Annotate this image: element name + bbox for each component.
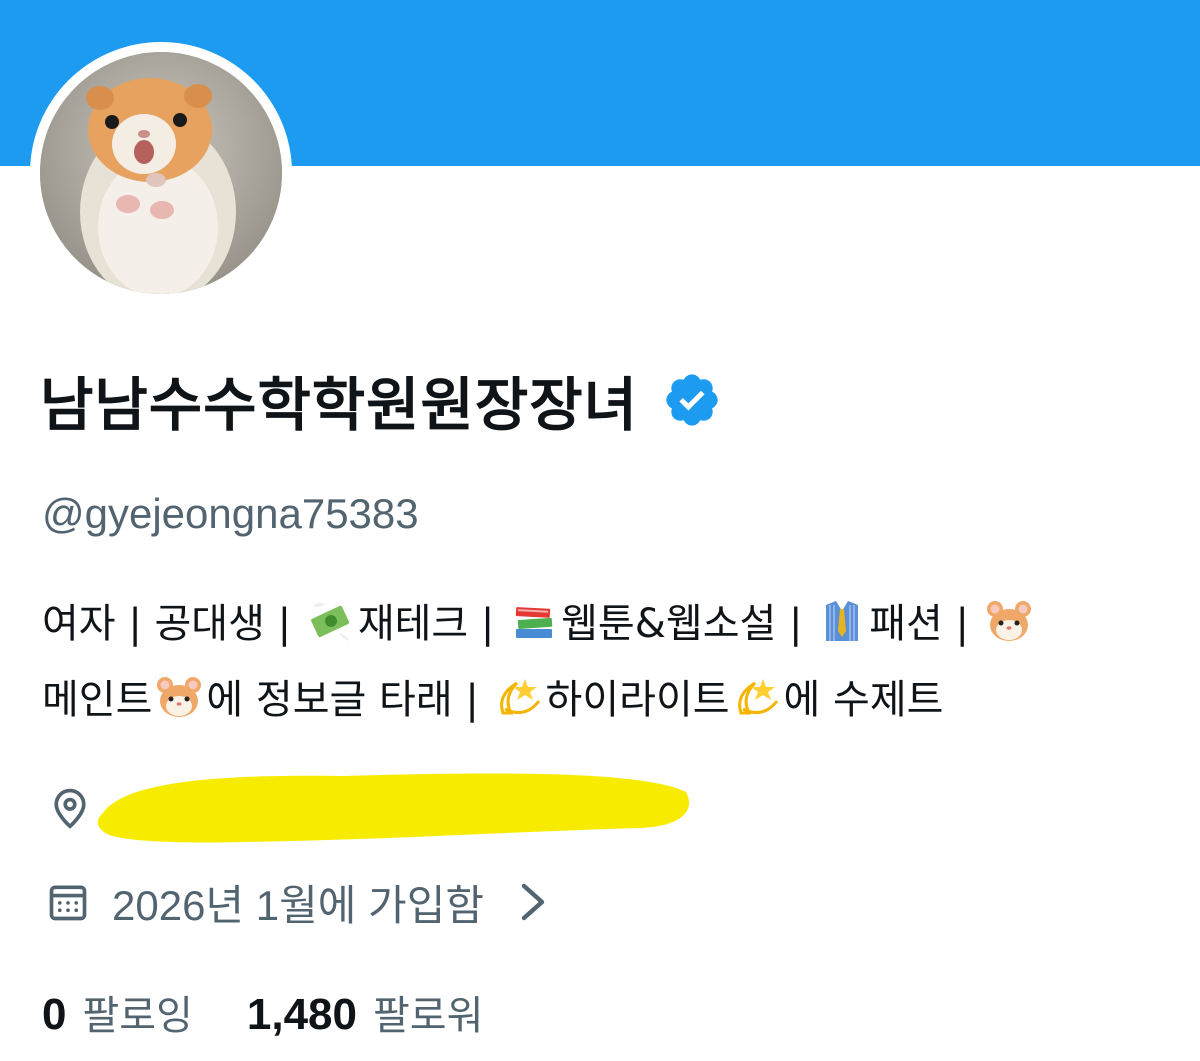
bio: 여자 | 공대생 | 재테크 | 웹툰&웹소설 | 패션 | 메인트 에 정보글…	[42, 586, 1182, 738]
bio-text: 패션 |	[869, 601, 982, 647]
bio-text: 재테크 |	[357, 601, 508, 647]
location-row	[42, 770, 690, 850]
verified-badge-icon[interactable]	[662, 370, 722, 430]
following-count: 0	[42, 990, 67, 1039]
following-label: 팔로잉	[82, 993, 193, 1039]
followers-count: 1,480	[246, 990, 357, 1039]
necktie-shirt-emoji	[818, 597, 866, 645]
joined-date-row[interactable]: 2026년 1월에 가입함	[42, 872, 550, 932]
bio-text: 여자 | 공대생 |	[42, 601, 304, 647]
joined-date-text: 2026년 1월에 가입함	[112, 881, 484, 929]
chevron-right-icon[interactable]	[514, 882, 550, 922]
bio-text: 에 수제트	[783, 677, 944, 723]
bio-line: 메인트 에 정보글 타래 | 하이라이트 에 수제트	[42, 662, 1182, 738]
followers-link[interactable]: 1,480 팔로워	[247, 983, 484, 1041]
dizzy-star-emoji	[495, 673, 543, 721]
dizzy-star-emoji	[733, 673, 781, 721]
avatar-image	[40, 52, 282, 294]
display-name-row: 남남수수학학원원장장녀	[40, 358, 722, 442]
money-with-wings-emoji	[307, 597, 355, 645]
display-name: 남남수수학학원원장장녀	[40, 371, 638, 439]
hamster-emoji	[155, 673, 203, 721]
bio-text: 하이라이트	[545, 677, 730, 723]
bio-text: 메인트	[42, 677, 153, 723]
avatar[interactable]	[30, 42, 292, 304]
books-emoji	[510, 597, 558, 645]
following-link[interactable]: 0 팔로잉	[42, 983, 193, 1041]
hamster-photo	[40, 52, 282, 294]
follow-stats: 0 팔로잉 1,480 팔로워	[42, 980, 537, 1044]
redaction-highlight	[82, 770, 692, 846]
bio-text: 웹툰&웹소설 |	[561, 601, 816, 647]
user-handle: @gyejeongna75383	[42, 490, 419, 537]
calendar-icon	[46, 880, 90, 924]
hamster-emoji	[985, 597, 1033, 645]
bio-text: 에 정보글 타래 |	[206, 677, 492, 723]
followers-label: 팔로워	[373, 993, 484, 1039]
bio-line: 여자 | 공대생 | 재테크 | 웹툰&웹소설 | 패션 |	[42, 586, 1182, 662]
